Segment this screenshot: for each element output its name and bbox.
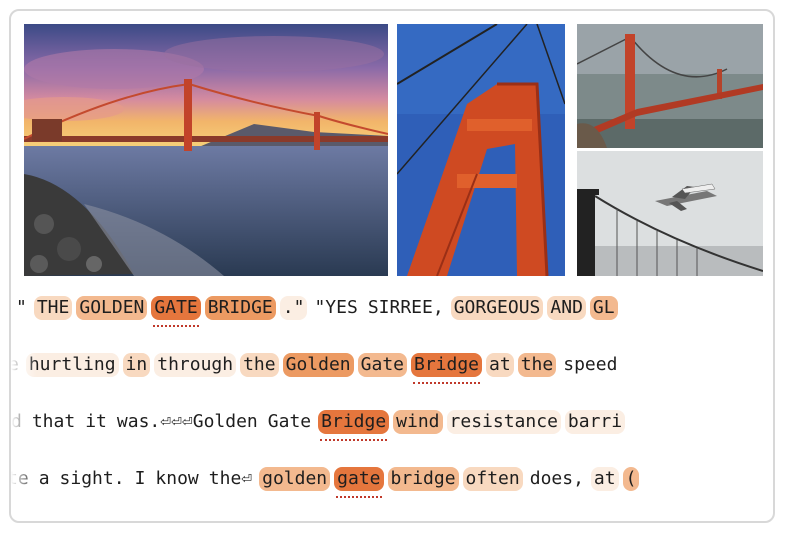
- token: Golden: [282, 353, 354, 377]
- token: that: [31, 411, 76, 432]
- token: AND: [547, 296, 586, 320]
- token: barri: [564, 410, 626, 434]
- heatmap-card: " THE GOLDEN GATE BRIDGE ." "YES SIRREE, GORGEOU…: [9, 9, 775, 523]
- token-line-4: tea sight. Iknow the⏎ goldengatebridgeoftend…: [11, 458, 773, 498]
- token-row: tea sight. Iknow the⏎ goldengatebridgeoftend…: [11, 467, 643, 498]
- right-fade: [747, 458, 773, 498]
- token: Gate: [267, 411, 312, 432]
- token: at: [486, 353, 514, 377]
- token: a: [38, 468, 50, 489]
- token: at: [590, 467, 619, 491]
- token: d: [11, 411, 22, 432]
- token: the⏎: [208, 468, 253, 489]
- token: speed: [563, 354, 618, 375]
- shuttle-flyover-photo: [577, 151, 763, 276]
- token: GORGEOUS: [450, 296, 544, 320]
- token: does,: [529, 468, 584, 489]
- token: GL: [589, 296, 618, 320]
- token: bridge: [387, 467, 459, 491]
- token: "YES: [314, 297, 358, 318]
- token: in: [122, 353, 151, 377]
- right-fade: [747, 344, 773, 384]
- tower-closeup-photo: [397, 24, 565, 276]
- token: golden: [259, 467, 331, 491]
- token: gate: [334, 467, 384, 498]
- right-fade: [747, 287, 773, 327]
- token: GATE: [151, 296, 201, 327]
- token-row: " THE GOLDEN GATE BRIDGE ." "YES SIRREE, GORGEOU…: [13, 296, 622, 327]
- token: through: [154, 353, 237, 377]
- token: Bridge: [411, 353, 483, 384]
- token: know: [155, 468, 199, 489]
- token-line-1: " THE GOLDEN GATE BRIDGE ." "YES SIRREE, GORGEOU…: [11, 287, 773, 327]
- token: I: [134, 468, 146, 489]
- token-line-2: ehurtlinginthroughtheGoldenGateBridgeatt…: [11, 344, 773, 384]
- token: was.⏎⏎⏎Golden: [116, 411, 258, 432]
- sunset-golden-gate-photo: [24, 24, 388, 276]
- token: Gate: [357, 353, 407, 377]
- token-row: d that it was.⏎⏎⏎Golden Gate Bridge wind resist…: [11, 410, 629, 441]
- token: Bridge: [318, 410, 390, 441]
- token: hurtling: [25, 353, 119, 377]
- token: THE: [33, 296, 73, 320]
- token-row: ehurtlinginthroughtheGoldenGateBridgeatt…: [11, 353, 624, 384]
- token: sight.: [59, 468, 125, 489]
- token: e: [11, 353, 22, 377]
- token: the: [517, 353, 557, 377]
- token: BRIDGE: [204, 296, 276, 320]
- token: often: [462, 467, 523, 491]
- token: GOLDEN: [76, 296, 148, 320]
- token: the: [240, 353, 279, 377]
- fog-bridge-photo: [577, 24, 763, 148]
- token: resistance: [446, 410, 561, 434]
- token: (: [622, 467, 640, 491]
- token: te: [11, 468, 29, 489]
- token-line-3: d that it was.⏎⏎⏎Golden Gate Bridge wind resist…: [11, 401, 773, 441]
- token: wind: [393, 410, 443, 434]
- token: ": [16, 297, 27, 318]
- token: .": [279, 296, 308, 320]
- token: it: [85, 411, 107, 432]
- right-fade: [747, 401, 773, 441]
- token: SIRREE,: [367, 297, 444, 318]
